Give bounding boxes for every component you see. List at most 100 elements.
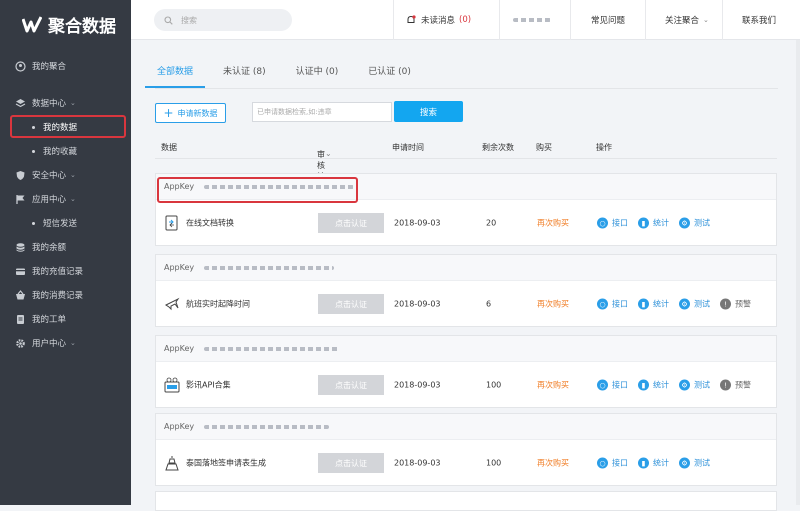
sidebar-item-my-juhe[interactable]: 我的聚合 (0, 54, 131, 78)
chevron-down-icon: ⌄ (325, 149, 332, 158)
gear-icon: ⚙ (679, 298, 690, 310)
header-time: 申请时间 (392, 143, 424, 152)
buy-again-link[interactable]: 再次购买 (537, 380, 569, 391)
buy-again-link[interactable]: 再次购买 (537, 299, 569, 310)
alert-link[interactable]: ! 预警 (720, 379, 751, 391)
remaining-count: 20 (486, 218, 497, 228)
header-data: 数据 (161, 143, 177, 152)
share-icon: ○ (597, 217, 608, 229)
op-label: 接口 (612, 380, 628, 390)
verify-button[interactable]: 点击认证 (318, 213, 384, 233)
operations: ○ 接口 ▮ 统计 ⚙ 测试 (597, 217, 720, 229)
brand-logo[interactable]: 聚合数据 (0, 0, 131, 48)
bar-chart-icon: ▮ (638, 298, 649, 310)
sidebar-item-my-tickets[interactable]: 我的工单 (0, 307, 131, 331)
document-convert-icon (165, 215, 178, 231)
user-account[interactable] (513, 0, 551, 40)
verify-button[interactable]: 点击认证 (318, 453, 384, 473)
tab-verifying[interactable]: 认证中 (0) (296, 58, 339, 88)
api-link[interactable]: ○ 接口 (597, 217, 628, 229)
data-filter-input[interactable]: 已申请数据检索,如:违章 (252, 102, 392, 122)
bar-chart-icon: ▮ (638, 379, 649, 391)
test-link[interactable]: ⚙ 测试 (679, 457, 710, 469)
stats-link[interactable]: ▮ 统计 (638, 457, 669, 469)
unread-messages[interactable]: 未读消息 (0) (406, 0, 471, 40)
bullet-icon (32, 221, 35, 225)
api-name[interactable]: 泰国落地签申请表生成 (186, 458, 266, 469)
search-button[interactable]: 搜索 (394, 101, 463, 122)
op-label: 统计 (653, 380, 669, 390)
bullet-icon (32, 149, 35, 153)
scrollbar[interactable] (796, 40, 800, 505)
verify-button[interactable]: 点击认证 (318, 375, 384, 395)
sidebar-item-label: 我的工单 (32, 315, 67, 325)
tab-verified[interactable]: 已认证 (0) (368, 58, 411, 88)
sidebar-item-my-balance[interactable]: 我的余额 (0, 235, 131, 259)
api-link[interactable]: ○ 接口 (597, 298, 628, 310)
sidebar: 聚合数据 我的聚合 数据中心 ⌄ 我的数据 我的收藏 安全中心 ⌄ 应用中心 ⌄… (0, 0, 131, 505)
alert-link[interactable]: ! 预警 (720, 298, 751, 310)
stats-link[interactable]: ▮ 统计 (638, 217, 669, 229)
basket-icon (14, 289, 26, 301)
remaining-count: 100 (486, 458, 502, 468)
apply-date: 2018-09-03 (394, 299, 441, 309)
apply-new-data-button[interactable]: + 申请新数据 (155, 103, 226, 123)
sidebar-item-user-center[interactable]: 用户中心 ⌄ (0, 331, 131, 355)
divider (155, 88, 778, 89)
sidebar-item-my-favorites[interactable]: 我的收藏 (0, 139, 131, 163)
search-input[interactable]: 搜索 (154, 9, 292, 31)
gear-icon: ⚙ (679, 379, 690, 391)
tab-unverified[interactable]: 未认证 (8) (223, 58, 266, 88)
divider (722, 0, 723, 40)
blurred-username (513, 18, 551, 22)
share-icon: ○ (597, 379, 608, 391)
highlight-box (157, 177, 358, 203)
stats-link[interactable]: ▮ 统计 (638, 298, 669, 310)
faq-link[interactable]: 常见问题 (591, 0, 625, 40)
api-name[interactable]: 影讯API合集 (186, 380, 231, 391)
remaining-count: 100 (486, 380, 502, 390)
sidebar-item-recharge-records[interactable]: 我的充值记录 (0, 259, 131, 283)
api-link[interactable]: ○ 接口 (597, 379, 628, 391)
sidebar-item-consumption-records[interactable]: 我的消费记录 (0, 283, 131, 307)
header-remain: 剩余次数 (482, 143, 514, 152)
sidebar-item-label: 数据中心 (32, 99, 67, 109)
tab-all-data[interactable]: 全部数据 (145, 58, 206, 88)
follow-label: 关注聚合 (665, 16, 700, 26)
airplane-icon (165, 297, 180, 311)
bar-chart-icon: ▮ (638, 457, 649, 469)
chevron-down-icon: ⌄ (70, 171, 76, 179)
appkey-label: AppKey (164, 263, 195, 272)
sidebar-item-sms-send[interactable]: 短信发送 (0, 211, 131, 235)
share-icon: ○ (597, 298, 608, 310)
test-link[interactable]: ⚙ 测试 (679, 298, 710, 310)
tower-icon (165, 456, 179, 471)
op-label: 预警 (735, 299, 751, 309)
sidebar-item-data-center[interactable]: 数据中心 ⌄ (0, 91, 131, 115)
follow-juhe-menu[interactable]: 关注聚合 ⌄ (665, 0, 709, 40)
buy-again-link[interactable]: 再次购买 (537, 218, 569, 229)
verify-button[interactable]: 点击认证 (318, 294, 384, 314)
test-link[interactable]: ⚙ 测试 (679, 217, 710, 229)
sidebar-item-security-center[interactable]: 安全中心 ⌄ (0, 163, 131, 187)
contact-link[interactable]: 联系我们 (742, 0, 776, 40)
gear-icon: ⚙ (679, 457, 690, 469)
appkey-line: AppKey (156, 414, 776, 440)
api-name[interactable]: 航班实时起降时间 (186, 299, 250, 310)
api-name[interactable]: 在线文档转换 (186, 218, 234, 229)
table-row: AppKey 泰国落地签申请表生成 点击认证 2018-09-03 100 再次… (155, 413, 777, 486)
gear-icon (14, 337, 26, 349)
appkey-label: AppKey (164, 422, 195, 431)
test-link[interactable]: ⚙ 测试 (679, 379, 710, 391)
unread-count: (0) (459, 15, 472, 25)
faq-label: 常见问题 (591, 16, 626, 26)
api-link[interactable]: ○ 接口 (597, 457, 628, 469)
appkey-line: AppKey (156, 255, 776, 281)
table-row (155, 491, 777, 511)
warning-icon: ! (720, 379, 731, 391)
stats-link[interactable]: ▮ 统计 (638, 379, 669, 391)
table-row: AppKey 影讯API合集 点击认证 2018-09-03 100 再次购买 … (155, 335, 777, 408)
op-label: 接口 (612, 458, 628, 468)
buy-again-link[interactable]: 再次购买 (537, 458, 569, 469)
sidebar-item-app-center[interactable]: 应用中心 ⌄ (0, 187, 131, 211)
